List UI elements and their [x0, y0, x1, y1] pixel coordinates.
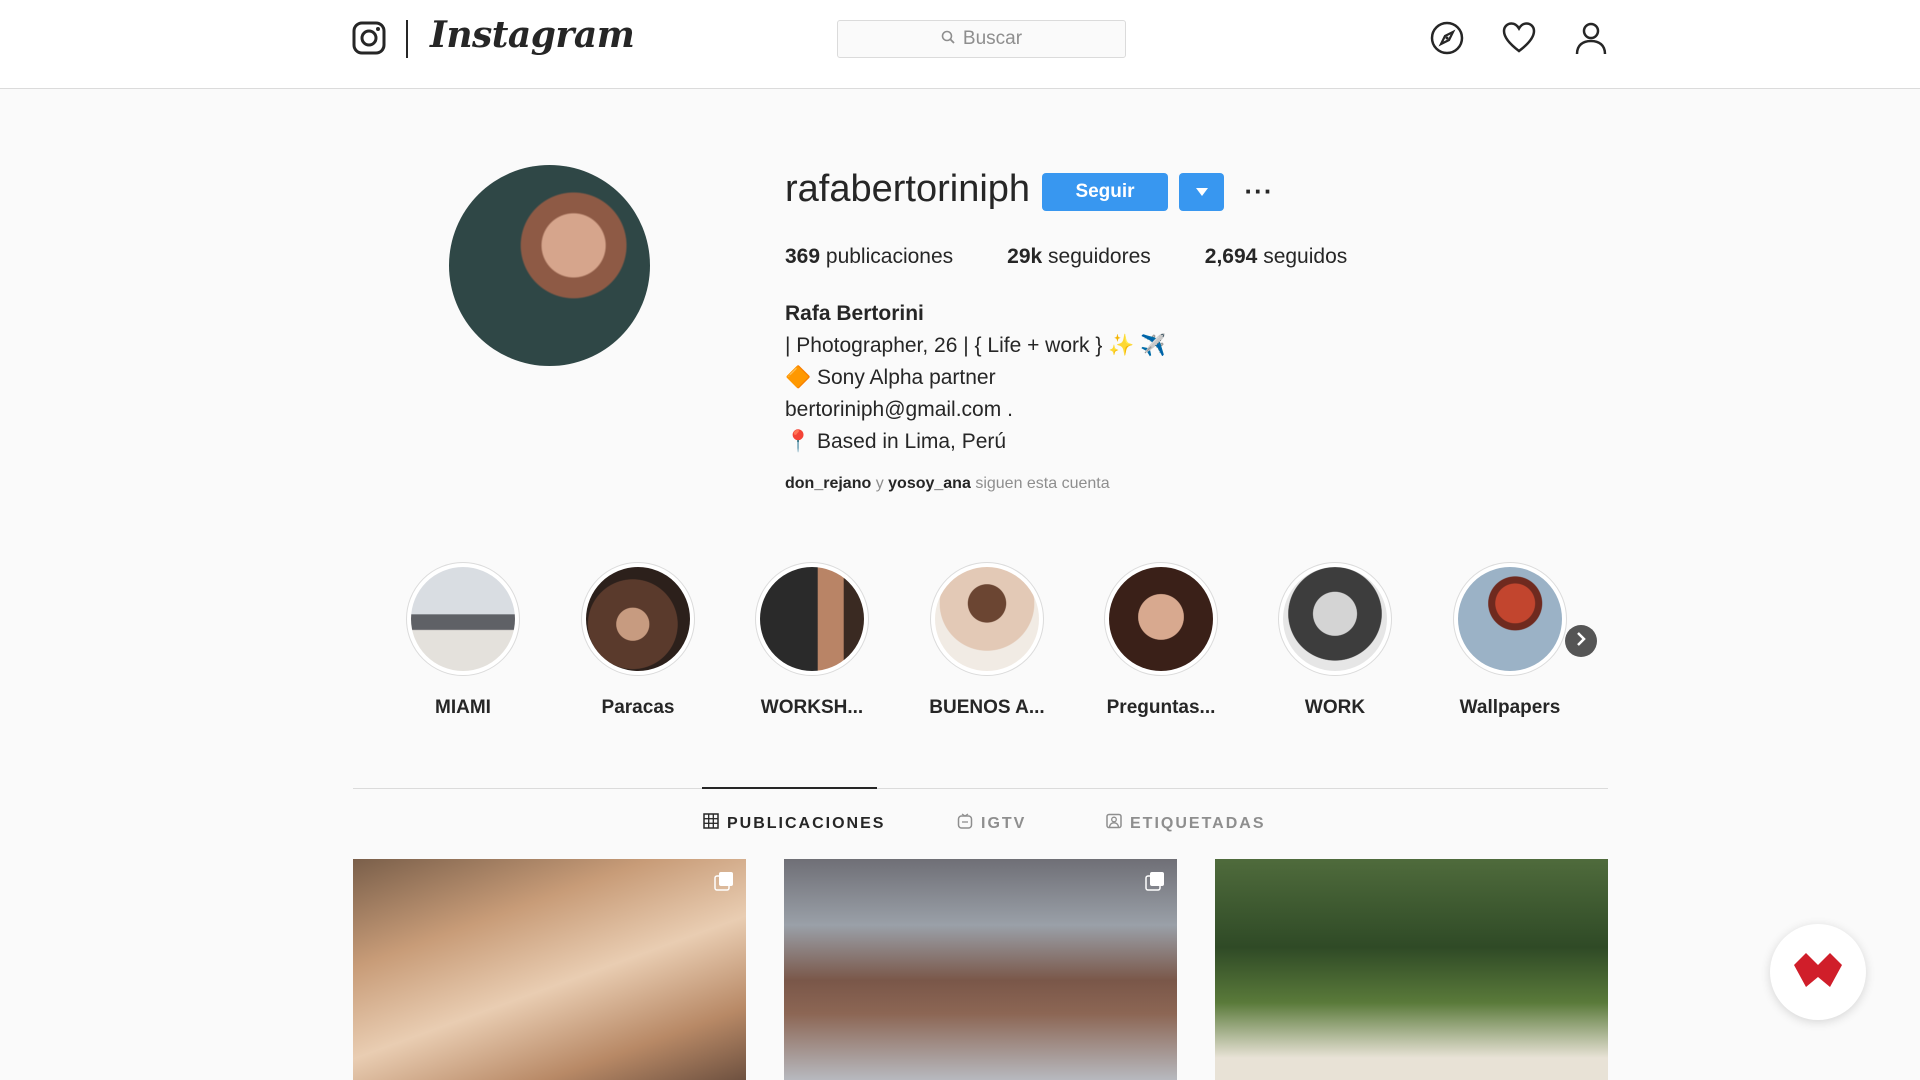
- highlight-item[interactable]: Paracas: [579, 562, 697, 719]
- carousel-icon: [1145, 871, 1165, 891]
- profile-stats: 369 publicaciones 29k seguidores 2,694 s…: [785, 245, 1347, 269]
- avatar-photo: [449, 165, 650, 366]
- follower-link[interactable]: yosoy_ana: [888, 475, 971, 492]
- tagged-user-icon: [1106, 813, 1122, 834]
- highlight-item[interactable]: Wallpapers: [1451, 562, 1569, 719]
- carousel-icon: [714, 871, 734, 891]
- highlight-label: Wallpapers: [1459, 697, 1561, 718]
- highlight-label: Preguntas...: [1106, 697, 1216, 718]
- follow-button[interactable]: Seguir: [1042, 173, 1168, 211]
- followed-by-text[interactable]: don_rejano y yosoy_ana siguen esta cuent…: [785, 475, 1110, 493]
- profile-full-name: Rafa Bertorini: [785, 302, 924, 325]
- bio-line: 🔶 Sony Alpha partner: [785, 366, 996, 389]
- highlight-item[interactable]: WORKSH...: [753, 562, 871, 719]
- search-placeholder: Buscar: [962, 28, 1023, 49]
- igtv-icon: [957, 813, 973, 834]
- highlight-label: Paracas: [601, 697, 675, 718]
- heart-icon[interactable]: [1501, 20, 1537, 56]
- highlight-label: MIAMI: [435, 697, 491, 718]
- top-nav-bar: Instagram Buscar: [0, 0, 1920, 89]
- bio-email: bertoriniph@gmail.com .: [785, 398, 1013, 421]
- highlight-thumbnail: [1109, 567, 1213, 671]
- profile-avatar[interactable]: [449, 165, 650, 366]
- chevron-down-icon: [1195, 183, 1208, 201]
- posts-stat: 369 publicaciones: [785, 245, 954, 268]
- tabs-divider: [353, 788, 1608, 789]
- highlight-label: WORK: [1304, 697, 1366, 718]
- highlight-label: BUENOS A...: [929, 697, 1045, 718]
- highlight-thumbnail: [411, 567, 515, 671]
- post-thumbnail[interactable]: [1215, 859, 1608, 1080]
- highlight-thumbnail: [1458, 567, 1562, 671]
- floating-brand-badge[interactable]: [1770, 924, 1866, 1020]
- highlight-item[interactable]: MIAMI: [404, 562, 522, 719]
- post-thumbnail[interactable]: [784, 859, 1177, 1080]
- logo-divider: [406, 20, 408, 58]
- profile-bio: Rafa Bertorini | Photographer, 26 | { Li…: [785, 298, 1166, 458]
- post-thumbnail[interactable]: [353, 859, 746, 1080]
- chevron-right-icon: [1575, 631, 1587, 651]
- followers-stat[interactable]: 29k seguidores: [1007, 245, 1151, 269]
- more-options-button[interactable]: ···: [1244, 176, 1274, 206]
- tab-igtv[interactable]: IGTV: [957, 813, 1026, 834]
- highlight-item[interactable]: Preguntas...: [1102, 562, 1220, 719]
- bio-location: 📍 Based in Lima, Perú: [785, 430, 1007, 453]
- red-logo-icon: [1792, 951, 1844, 994]
- highlight-thumbnail: [760, 567, 864, 671]
- instagram-camera-icon[interactable]: [352, 21, 386, 55]
- search-icon: [941, 28, 955, 50]
- highlight-item[interactable]: BUENOS A...: [928, 562, 1046, 719]
- instagram-wordmark[interactable]: Instagram: [430, 14, 635, 56]
- highlight-label: WORKSH...: [760, 697, 864, 718]
- highlight-thumbnail: [1283, 567, 1387, 671]
- profile-username: rafabertoriniph: [785, 168, 1031, 210]
- compass-icon[interactable]: [1429, 20, 1465, 56]
- following-stat[interactable]: 2,694 seguidos: [1205, 245, 1347, 269]
- highlight-thumbnail: [586, 567, 690, 671]
- follower-link[interactable]: don_rejano: [785, 475, 871, 492]
- tab-etiquetadas[interactable]: ETIQUETADAS: [1106, 813, 1265, 834]
- highlight-thumbnail: [935, 567, 1039, 671]
- suggested-accounts-button[interactable]: [1179, 173, 1224, 211]
- user-icon[interactable]: [1573, 20, 1609, 56]
- tab-publicaciones[interactable]: PUBLICACIONES: [703, 813, 885, 834]
- grid-icon: [703, 813, 719, 834]
- highlight-item[interactable]: WORK: [1276, 562, 1394, 719]
- bio-line: | Photographer, 26 | { Life + work } ✨ ✈…: [785, 334, 1167, 357]
- active-tab-indicator: [702, 787, 877, 789]
- highlights-next-button[interactable]: [1565, 625, 1597, 657]
- search-input[interactable]: Buscar: [837, 20, 1126, 58]
